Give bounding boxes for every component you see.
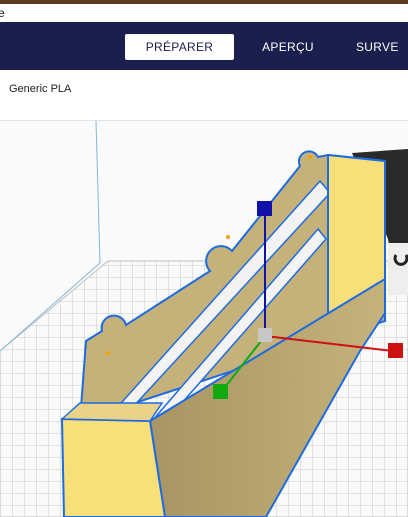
3d-viewport[interactable]: [0, 121, 408, 517]
tab-prepare[interactable]: PRÉPARER: [125, 34, 234, 60]
secondary-object-label: [388, 243, 408, 295]
tab-preview[interactable]: APERÇU: [250, 34, 326, 60]
move-handle-z[interactable]: [257, 201, 272, 216]
move-handle-y[interactable]: [213, 384, 228, 399]
scene-svg: [0, 121, 408, 517]
move-handle-x[interactable]: [388, 343, 403, 358]
window-title: e: [0, 6, 5, 20]
title-bar: e: [0, 4, 408, 22]
model-hole-2: [226, 235, 230, 239]
print-setup-bar: Generic PLA: [0, 70, 408, 121]
material-selector[interactable]: Generic PLA: [9, 83, 71, 95]
stage-menu: PRÉPARER APERÇU SURVE: [0, 22, 408, 70]
model-hole-1: [106, 351, 110, 355]
model-hole-3: [308, 155, 312, 159]
tab-monitor[interactable]: SURVE: [356, 34, 408, 60]
build-volume-edge: [95, 121, 101, 264]
move-handle-center[interactable]: [258, 328, 272, 342]
model-top-edge-front: [60, 402, 164, 422]
model-end-face-front[interactable]: [60, 417, 167, 517]
